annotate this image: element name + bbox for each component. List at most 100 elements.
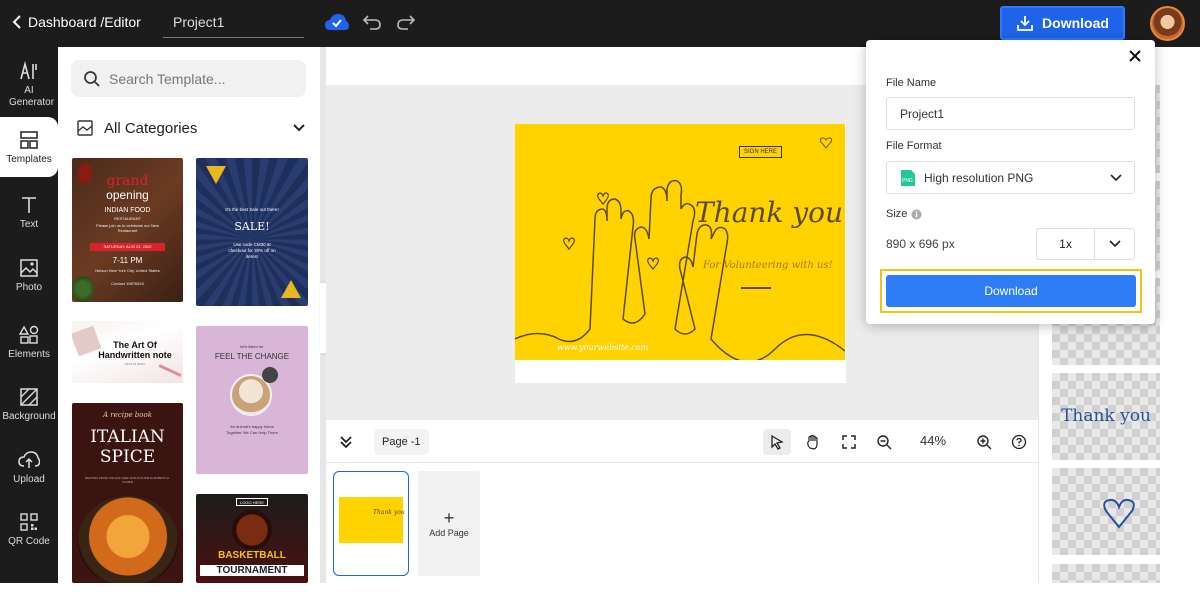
category-icon (77, 120, 93, 136)
page-indicator[interactable]: Page -1 (374, 429, 429, 455)
select-tool-icon[interactable] (763, 429, 791, 455)
template-grand-opening[interactable]: grand opening INDIAN FOOD RESTAURANT Ple… (72, 158, 183, 302)
scale-value: 1x (1037, 229, 1095, 259)
thumbnail-text: Thank you (373, 509, 405, 516)
triangle-decoration (206, 166, 226, 184)
text-icon (22, 196, 36, 213)
template-title: FEEL THE CHANGE (214, 352, 290, 361)
elements-icon (19, 325, 39, 344)
page-thumbnail-preview: Thank you (339, 497, 405, 543)
volunteer-subheading[interactable]: For Volunteering with us! (703, 260, 833, 271)
template-text: 7-11 PM (112, 256, 143, 265)
template-text: It's the best Sale out there! (225, 207, 279, 212)
thank-you-heading[interactable]: Thank you (695, 196, 843, 229)
template-title: SPICE (99, 447, 156, 467)
add-page-button[interactable]: + Add Page (418, 471, 480, 576)
template-text: INDIAN FOOD (104, 207, 151, 214)
redo-icon[interactable] (396, 13, 416, 31)
rail-item-elements[interactable]: Elements (0, 312, 58, 372)
rail-item-ai-generator[interactable]: AI Generator (0, 55, 58, 115)
template-text: A recipe book (103, 411, 152, 419)
website-url-text[interactable]: www.yourwebsite.com (557, 343, 648, 352)
template-text: Nelson New York City, United States (95, 268, 160, 273)
cloud-saved-icon (324, 12, 350, 34)
download-popup: File Name Project1 File Format PNG High … (866, 40, 1155, 324)
confirm-download-button[interactable]: Download (886, 275, 1136, 307)
ai-icon (20, 61, 37, 80)
close-icon[interactable] (1129, 50, 1141, 62)
search-input[interactable]: Search Template... (71, 60, 306, 97)
template-text: Please join us to celebrate our New Rest… (96, 223, 159, 233)
template-title: BASKETBALL (218, 550, 286, 561)
search-icon (84, 70, 100, 87)
template-title: opening (106, 188, 149, 202)
info-icon[interactable] (911, 209, 922, 220)
download-button-highlight: Download (880, 269, 1142, 313)
download-button[interactable]: Download (1000, 6, 1125, 40)
svg-text:PNG: PNG (902, 178, 913, 184)
background-icon (20, 387, 38, 406)
template-sale[interactable]: It's the best Sale out there! SALE! Use … (196, 158, 308, 306)
design-canvas[interactable]: SIGN HERE Thank you For Volunteering wit… (515, 124, 845, 360)
left-rail: AI Generator Templates Text Photo Elemen… (0, 47, 58, 583)
rail-item-photo[interactable]: Photo (0, 245, 58, 305)
size-value: 890 x 696 px (886, 237, 955, 251)
rail-item-background[interactable]: Background (0, 374, 58, 434)
rail-item-text[interactable]: Text (0, 182, 58, 242)
template-title: grand (106, 173, 149, 189)
fit-screen-icon[interactable] (835, 429, 863, 455)
pasta-photo (78, 496, 178, 583)
templates-panel: Search Template... All Categories grand … (58, 47, 320, 583)
template-italian-spice[interactable]: A recipe book ITALIAN SPICE RECIPES FROM… (72, 403, 183, 583)
rail-item-templates[interactable]: Templates (0, 117, 58, 177)
sign-here-box[interactable]: SIGN HERE (739, 146, 783, 158)
scale-select[interactable]: 1x (1036, 228, 1135, 260)
png-file-icon: PNG (901, 169, 915, 186)
photo-icon (20, 258, 38, 277)
project-name-input[interactable]: Project1 (163, 8, 304, 38)
download-icon (1017, 16, 1033, 31)
template-text: TEXT IN GRAY (124, 362, 146, 366)
template-text: RECIPES FROM ITALIAN CHEF AND AUTHOR ELI… (85, 476, 170, 484)
plus-icon: + (443, 507, 455, 528)
undo-icon[interactable] (362, 13, 382, 31)
template-title: SALE! (234, 220, 270, 233)
templates-icon (20, 130, 38, 149)
hand-tool-icon[interactable] (799, 429, 827, 455)
chevron-down-icon (293, 124, 305, 132)
page-thumbnail[interactable]: Thank you (333, 471, 409, 576)
size-label-row: Size (886, 208, 922, 220)
zoom-level[interactable]: 44% (920, 433, 946, 448)
file-format-select[interactable]: PNG High resolution PNG (886, 161, 1135, 194)
heart-outline-icon (1103, 498, 1135, 529)
template-text: SATURDAY, AUG 23, 2022 (90, 243, 165, 251)
broccoli-decoration (72, 276, 94, 302)
element-thank-you-text: Thank you (1061, 406, 1151, 426)
category-dropdown[interactable]: All Categories (76, 119, 306, 137)
zoom-out-icon[interactable] (870, 429, 898, 455)
file-name-input[interactable]: Project1 (886, 97, 1135, 130)
chevron-down-icon[interactable] (1095, 229, 1134, 259)
breadcrumb: Dashboard /Editor (28, 14, 141, 30)
template-text: RESTAURANT (114, 216, 141, 221)
file-format-label: File Format (886, 140, 942, 152)
file-name-label: File Name (886, 77, 937, 89)
zoom-in-icon[interactable] (970, 429, 998, 455)
collapse-pages-icon[interactable] (338, 434, 354, 450)
template-feel-the-change[interactable]: let's listen for FEEL THE CHANGE An anim… (196, 326, 308, 474)
template-text: let's listen for (240, 344, 264, 349)
avatar[interactable] (1150, 6, 1185, 41)
rail-item-upload[interactable]: Upload (0, 437, 58, 497)
back-to-dashboard-button[interactable]: Dashboard /Editor (12, 14, 141, 30)
qr-code-icon (20, 512, 38, 531)
upload-icon (18, 450, 40, 468)
rail-item-qr-code[interactable]: QR Code (0, 499, 58, 559)
element-thumbnail[interactable] (1052, 564, 1160, 583)
template-title: The Art Of Handwritten note (98, 340, 172, 360)
template-handwritten-note[interactable]: The Art Of Handwritten note TEXT IN GRAY (72, 321, 183, 383)
help-icon[interactable] (1005, 429, 1033, 455)
template-title: ITALIAN (90, 427, 165, 447)
paw-badge (262, 367, 278, 383)
template-text: Use code CM30 at checkout for 30% off on… (228, 242, 276, 259)
template-basketball[interactable]: LOGO HERE BASKETBALL TOURNAMENT (196, 494, 308, 583)
